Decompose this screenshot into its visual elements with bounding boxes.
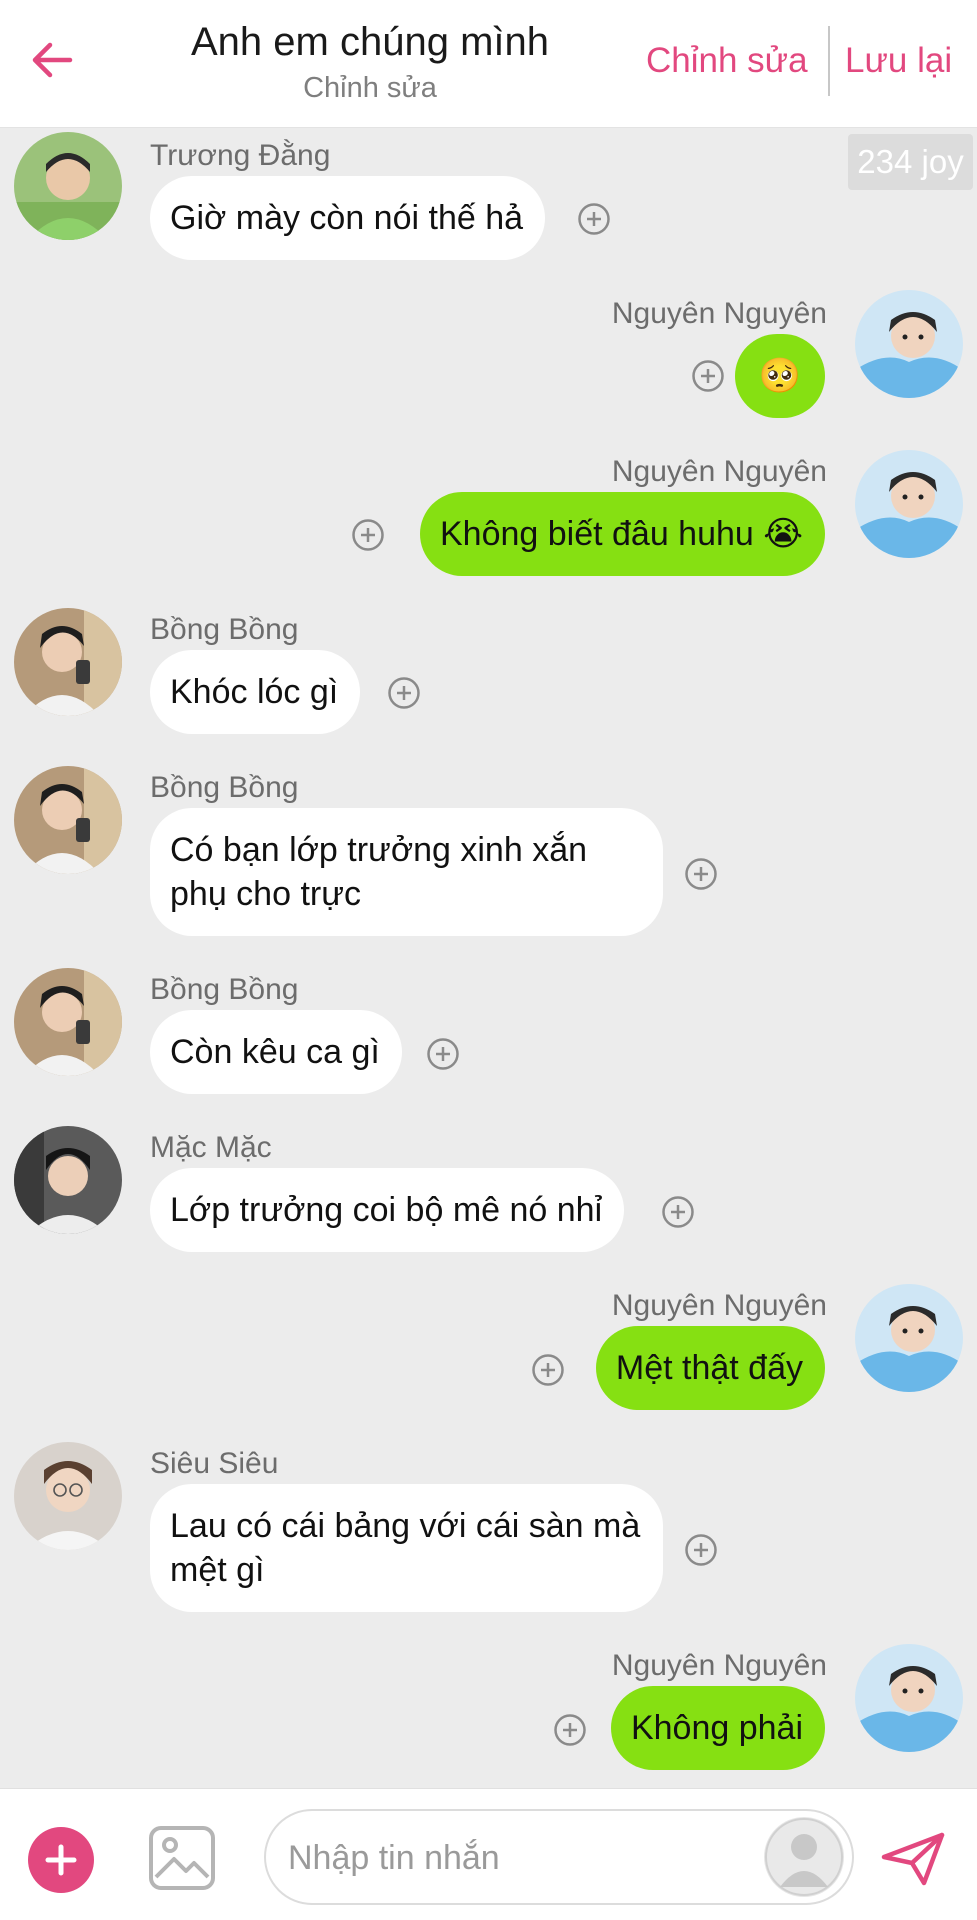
add-reaction-icon[interactable]	[691, 359, 725, 393]
message-bubble[interactable]: Khóc lóc gì	[150, 650, 361, 734]
joy-badge: 234 joy	[848, 134, 973, 190]
avatar-nguyen-nguyen[interactable]	[855, 1644, 963, 1752]
add-reaction-icon[interactable]	[661, 1195, 695, 1229]
message-bubble[interactable]: Mệt thật đấy	[595, 1326, 825, 1410]
add-reaction-icon[interactable]	[426, 1037, 460, 1071]
avatar-placeholder-icon	[765, 1818, 843, 1896]
voice-avatar-button[interactable]	[764, 1817, 844, 1897]
avatar-bong-bong[interactable]	[14, 608, 122, 716]
avatar-truong-dang[interactable]	[14, 132, 122, 240]
chat-header: Anh em chúng mình Chỉnh sửa Chỉnh sửa Lư…	[0, 0, 977, 128]
message-bubble[interactable]: Có bạn lớp trưởng xinh xắn phụ cho trực	[150, 808, 663, 936]
avatar-nguyen-nguyen[interactable]	[855, 450, 963, 558]
sender-name: Nguyên Nguyên	[611, 1649, 827, 1682]
back-button[interactable]	[28, 36, 76, 84]
chat-subtitle: Chỉnh sửa	[303, 72, 437, 104]
message-bubble[interactable]: Lớp trưởng coi bộ mê nó nhỉ	[150, 1168, 625, 1252]
save-button[interactable]: Lưu lại	[845, 38, 952, 84]
message-composer	[0, 1788, 977, 1920]
sender-name: Bồng Bồng	[150, 973, 299, 1006]
avatar-nguyen-nguyen[interactable]	[855, 1284, 963, 1392]
add-reaction-icon[interactable]	[577, 202, 611, 236]
message-bubble[interactable]: Lau có cái bảng với cái sàn mà mệt gì	[150, 1484, 663, 1612]
sender-name: Bồng Bồng	[150, 771, 299, 804]
send-icon[interactable]	[880, 1831, 946, 1887]
image-icon[interactable]	[148, 1825, 216, 1891]
add-reaction-icon[interactable]	[387, 676, 421, 710]
add-reaction-icon[interactable]	[351, 518, 385, 552]
message-input-wrapper	[264, 1809, 854, 1905]
header-divider	[828, 26, 830, 96]
message-bubble[interactable]: Giờ mày còn nói thế hả	[150, 176, 546, 260]
message-bubble[interactable]: Không phải	[610, 1686, 825, 1770]
title-block: Anh em chúng mình Chỉnh sửa	[120, 18, 620, 108]
add-button[interactable]	[28, 1827, 94, 1893]
sender-name: Bồng Bồng	[150, 613, 299, 646]
add-reaction-icon[interactable]	[553, 1713, 587, 1747]
avatar-bong-bong[interactable]	[14, 968, 122, 1076]
sender-name: Nguyên Nguyên	[611, 1289, 827, 1322]
sender-name: Mặc Mặc	[150, 1131, 272, 1164]
edit-button[interactable]: Chỉnh sửa	[646, 38, 808, 84]
add-reaction-icon[interactable]	[684, 857, 718, 891]
chat-title: Anh em chúng mình	[191, 20, 549, 64]
add-reaction-icon[interactable]	[531, 1353, 565, 1387]
message-bubble[interactable]: Không biết đâu huhu 😭	[419, 492, 825, 576]
message-bubble[interactable]: Còn kêu ca gì	[150, 1010, 402, 1094]
sender-name: Siêu Siêu	[150, 1447, 279, 1480]
add-reaction-icon[interactable]	[684, 1533, 718, 1567]
avatar-mac-mac[interactable]	[14, 1126, 122, 1234]
sender-name: Trương Đằng	[150, 139, 331, 172]
avatar-bong-bong[interactable]	[14, 766, 122, 874]
arrow-left-icon	[32, 42, 73, 78]
sender-name: Nguyên Nguyên	[611, 297, 827, 330]
avatar-nguyen-nguyen[interactable]	[855, 290, 963, 398]
message-input[interactable]	[288, 1833, 748, 1883]
avatar-sieu-sieu[interactable]	[14, 1442, 122, 1550]
plus-icon	[45, 1844, 77, 1876]
message-bubble[interactable]: 🥺	[734, 334, 825, 418]
sender-name: Nguyên Nguyên	[611, 455, 827, 488]
